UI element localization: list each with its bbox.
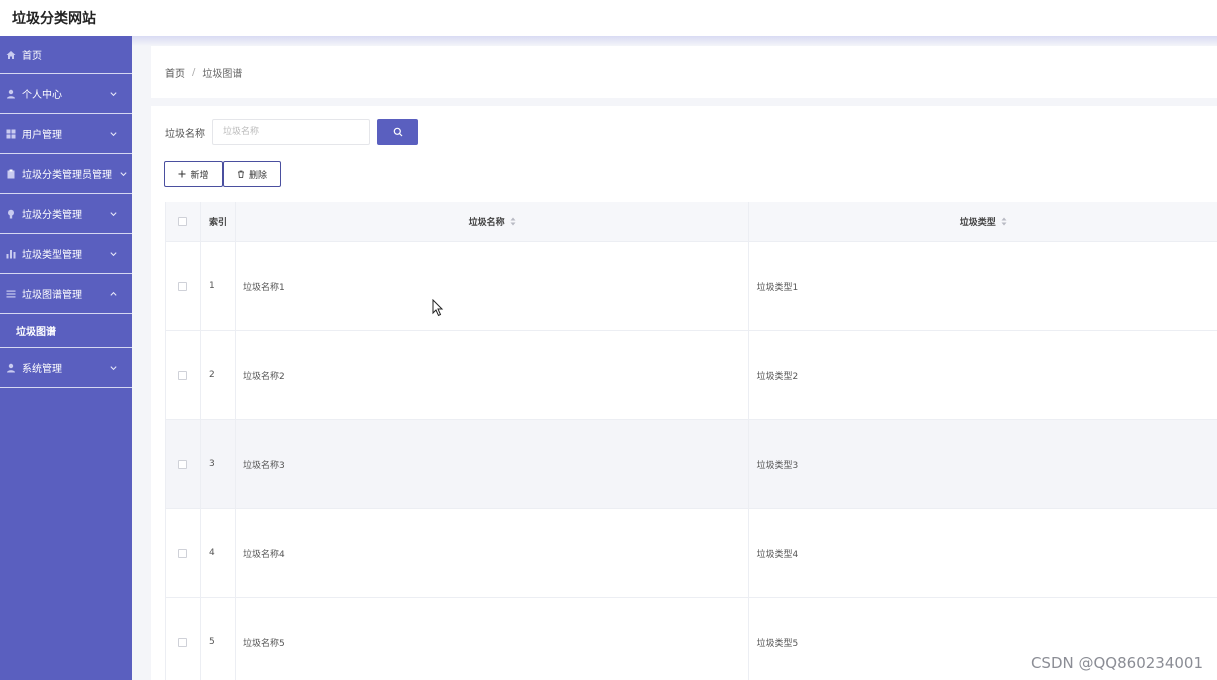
chevron-down-icon xyxy=(109,89,118,98)
sidebar: 首页 个人中心 用户管理 垃圾分类管理员管理 垃圾分类管理 垃圾类型管理 垃圾图… xyxy=(0,36,132,680)
table-row[interactable]: 2 垃圾名称2 垃圾类型2 xyxy=(166,331,1217,420)
header-index: 索引 xyxy=(201,202,236,241)
top-bar: 垃圾分类网站 xyxy=(0,0,1217,36)
row-checkbox-cell xyxy=(166,509,201,597)
clipboard-icon xyxy=(6,169,16,179)
chevron-down-icon xyxy=(109,363,118,372)
row-type: 垃圾类型2 xyxy=(756,371,799,382)
sidebar-item-atlas-management[interactable]: 垃圾图谱管理 xyxy=(0,274,132,314)
row-checkbox[interactable] xyxy=(178,459,188,469)
header-checkbox-cell xyxy=(166,202,201,241)
row-checkbox-cell xyxy=(166,242,201,330)
row-name: 垃圾名称3 xyxy=(236,420,750,508)
row-index: 1 xyxy=(201,242,236,330)
sidebar-subitem-atlas[interactable]: 垃圾图谱 xyxy=(0,314,132,348)
breadcrumb-current: 垃圾图谱 xyxy=(202,68,243,80)
search-row: 垃圾名称 xyxy=(165,119,418,145)
header-type-label: 垃圾类型 xyxy=(959,218,996,228)
row-index: 4 xyxy=(201,509,236,597)
row-name: 垃圾名称4 xyxy=(236,509,750,597)
sidebar-item-user-management[interactable]: 用户管理 xyxy=(0,114,132,154)
breadcrumb: 首页 / 垃圾图谱 xyxy=(151,46,1217,98)
chevron-down-icon xyxy=(109,249,118,258)
user-icon xyxy=(6,89,16,99)
header-shadow xyxy=(132,36,1217,46)
trash-icon xyxy=(237,170,245,178)
table-row[interactable]: 3 垃圾名称3 垃圾类型3 xyxy=(166,420,1217,509)
row-type: 垃圾类型3 xyxy=(756,460,799,471)
chevron-down-icon xyxy=(109,129,118,138)
header-type[interactable]: 垃圾类型 xyxy=(749,202,1217,241)
header-name-label: 垃圾名称 xyxy=(468,218,505,228)
sidebar-item-label: 用户管理 xyxy=(22,130,62,141)
sidebar-item-label: 垃圾分类管理 xyxy=(22,210,82,221)
row-index: 3 xyxy=(201,420,236,508)
sidebar-subitem-label: 垃圾图谱 xyxy=(16,327,56,338)
row-checkbox[interactable] xyxy=(178,548,188,558)
table-row[interactable]: 1 垃圾名称1 垃圾类型1 xyxy=(166,242,1217,331)
row-index: 2 xyxy=(201,331,236,419)
row-name: 垃圾名称5 xyxy=(236,598,750,680)
bar-chart-icon xyxy=(6,249,16,259)
sidebar-item-admin-management[interactable]: 垃圾分类管理员管理 xyxy=(0,154,132,194)
table-row[interactable]: 4 垃圾名称4 垃圾类型4 xyxy=(166,509,1217,598)
breadcrumb-home[interactable]: 首页 xyxy=(165,65,185,80)
data-table: 索引 垃圾名称 垃圾类型 1 垃圾名称1 垃圾类型1 2 垃圾名称2 垃圾类型2… xyxy=(165,202,1217,680)
sidebar-item-label: 垃圾图谱管理 xyxy=(22,290,82,301)
main-content: 首页 / 垃圾图谱 垃圾名称 新增 删除 xyxy=(132,36,1217,680)
delete-button-label: 删除 xyxy=(248,170,267,181)
bulb-icon xyxy=(6,209,16,219)
sidebar-item-home[interactable]: 首页 xyxy=(0,36,132,74)
content-card: 垃圾名称 新增 删除 索引 xyxy=(151,106,1217,680)
grid-icon xyxy=(6,129,16,139)
mouse-cursor-icon xyxy=(432,299,444,317)
sidebar-item-label: 垃圾分类管理员管理 xyxy=(22,170,112,181)
breadcrumb-separator: / xyxy=(192,66,196,78)
add-button[interactable]: 新增 xyxy=(164,161,223,187)
row-checkbox[interactable] xyxy=(178,370,188,380)
row-checkbox-cell xyxy=(166,331,201,419)
search-button[interactable] xyxy=(377,119,418,145)
row-checkbox-cell xyxy=(166,420,201,508)
row-name: 垃圾名称1 xyxy=(236,242,750,330)
row-checkbox[interactable] xyxy=(178,281,188,291)
search-icon xyxy=(393,127,403,137)
sort-icon[interactable] xyxy=(510,217,516,226)
sidebar-item-type-management[interactable]: 垃圾类型管理 xyxy=(0,234,132,274)
row-name: 垃圾名称2 xyxy=(236,331,750,419)
sidebar-item-label: 垃圾类型管理 xyxy=(22,250,82,261)
home-icon xyxy=(6,50,16,60)
sidebar-item-classification-management[interactable]: 垃圾分类管理 xyxy=(0,194,132,234)
select-all-checkbox[interactable] xyxy=(178,217,188,226)
sidebar-item-label: 系统管理 xyxy=(22,364,62,375)
sidebar-item-label: 首页 xyxy=(22,51,42,62)
watermark: CSDN @QQ860234001 xyxy=(1030,654,1203,672)
add-button-label: 新增 xyxy=(190,170,209,181)
chevron-down-icon xyxy=(109,209,118,218)
action-buttons: 新增 删除 xyxy=(164,161,281,187)
row-checkbox-cell xyxy=(166,598,201,680)
row-type: 垃圾类型4 xyxy=(756,549,799,560)
site-title: 垃圾分类网站 xyxy=(12,11,96,27)
row-type: 垃圾类型1 xyxy=(756,282,799,293)
table-header: 索引 垃圾名称 垃圾类型 xyxy=(166,202,1217,242)
sidebar-item-label: 个人中心 xyxy=(22,90,62,101)
sort-icon[interactable] xyxy=(1001,217,1007,226)
user-icon xyxy=(6,363,16,373)
list-icon xyxy=(6,289,16,299)
plus-icon xyxy=(178,170,186,178)
sidebar-item-system-management[interactable]: 系统管理 xyxy=(0,348,132,388)
chevron-down-icon xyxy=(119,169,128,178)
row-index: 5 xyxy=(201,598,236,680)
delete-button[interactable]: 删除 xyxy=(223,161,281,187)
search-label: 垃圾名称 xyxy=(165,128,205,140)
sidebar-item-personal-center[interactable]: 个人中心 xyxy=(0,74,132,114)
row-checkbox[interactable] xyxy=(178,637,188,647)
search-input[interactable] xyxy=(212,119,370,145)
chevron-up-icon xyxy=(109,289,118,298)
header-name[interactable]: 垃圾名称 xyxy=(236,202,750,241)
